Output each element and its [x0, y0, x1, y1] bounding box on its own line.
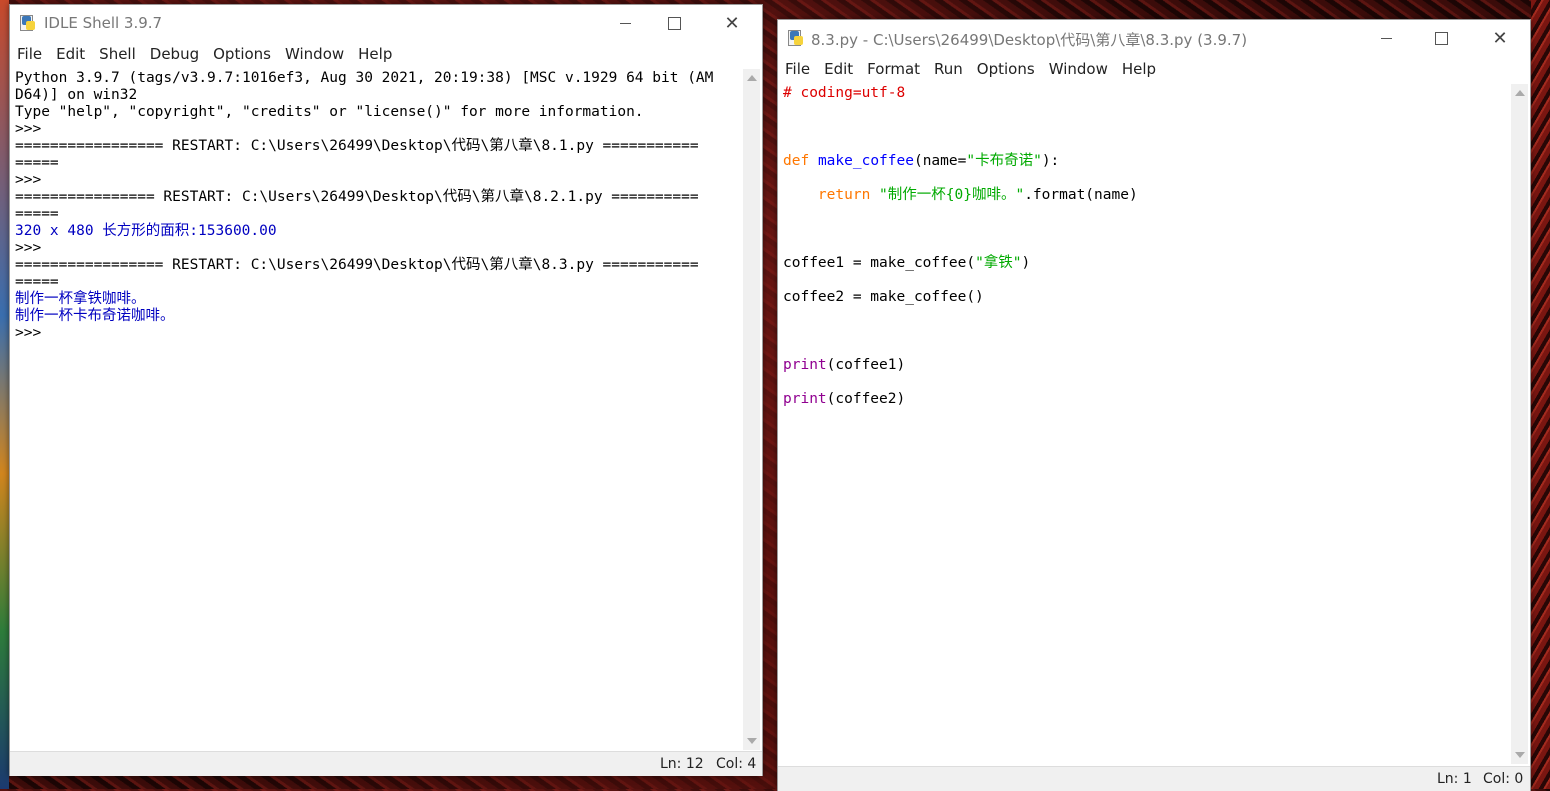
- shell-line: =====: [15, 155, 59, 171]
- scroll-up-arrow-icon[interactable]: [1515, 90, 1525, 96]
- menu-edit[interactable]: Edit: [824, 60, 853, 82]
- shell-line: >>>: [15, 172, 42, 188]
- menu-options[interactable]: Options: [977, 60, 1035, 82]
- idle-shell-window[interactable]: IDLE Shell 3.9.7 ✕ File Edit Shell Debug…: [9, 4, 763, 776]
- editor-code-area[interactable]: # coding=utf-8 def make_coffee(name="卡布奇…: [783, 85, 1508, 761]
- shell-line: >>>: [15, 121, 42, 137]
- editor-column-number: Col: 0: [1483, 771, 1524, 787]
- code-line-7: coffee2 = make_coffee(): [783, 289, 984, 305]
- shell-column-number: Col: 4: [716, 756, 757, 772]
- editor-menubar: File Edit Format Run Options Window Help: [785, 60, 1530, 82]
- desktop-background-right: [1531, 0, 1550, 789]
- shell-line: Type "help", "copyright", "credits" or "…: [15, 104, 644, 120]
- editor-statusbar: Ln: 1 Col: 0: [778, 766, 1530, 791]
- shell-line: 320 x 480 长方形的面积:153600.00: [15, 223, 277, 239]
- code-line-9: print(coffee1): [783, 357, 906, 373]
- shell-line: =====: [15, 274, 59, 290]
- menu-help[interactable]: Help: [1122, 60, 1156, 82]
- menu-options[interactable]: Options: [213, 45, 271, 67]
- scroll-down-arrow-icon[interactable]: [747, 738, 757, 744]
- shell-line: 制作一杯卡布奇诺咖啡。: [15, 308, 175, 324]
- menu-file[interactable]: File: [785, 60, 810, 82]
- shell-titlebar[interactable]: IDLE Shell 3.9.7 ✕: [10, 5, 762, 39]
- editor-vertical-scrollbar[interactable]: [1511, 84, 1528, 764]
- scroll-down-arrow-icon[interactable]: [1515, 752, 1525, 758]
- maximize-button[interactable]: [1418, 23, 1464, 53]
- close-button[interactable]: ✕: [1477, 23, 1523, 53]
- shell-line: Python 3.9.7 (tags/v3.9.7:1016ef3, Aug 3…: [15, 70, 714, 86]
- shell-line: >>>: [15, 325, 42, 341]
- editor-line-number: Ln: 1: [1437, 771, 1472, 787]
- menu-help[interactable]: Help: [358, 45, 392, 67]
- shell-line: D64)] on win32: [15, 87, 138, 103]
- shell-line: ================ RESTART: C:\Users\26499…: [15, 189, 699, 205]
- menu-shell[interactable]: Shell: [99, 45, 136, 67]
- python-file-icon: [20, 15, 36, 31]
- shell-line: ================= RESTART: C:\Users\2649…: [15, 257, 699, 273]
- menu-window[interactable]: Window: [285, 45, 344, 67]
- scroll-up-arrow-icon[interactable]: [747, 75, 757, 81]
- menu-window[interactable]: Window: [1049, 60, 1108, 82]
- code-line-4: return "制作一杯{0}咖啡。".format(name): [817, 187, 1138, 203]
- menu-run[interactable]: Run: [934, 60, 963, 82]
- shell-title: IDLE Shell 3.9.7: [44, 14, 163, 32]
- code-line-6: coffee1 = make_coffee("拿铁"): [783, 255, 1031, 271]
- code-line-10: print(coffee2): [783, 391, 906, 407]
- minimize-button[interactable]: [602, 8, 648, 38]
- shell-statusbar: Ln: 12 Col: 4: [10, 751, 762, 776]
- menu-edit[interactable]: Edit: [56, 45, 85, 67]
- close-button[interactable]: ✕: [709, 8, 755, 38]
- idle-editor-window[interactable]: 8.3.py - C:\Users\26499\Desktop\代码\第八章\8…: [777, 19, 1531, 791]
- desktop-background-left: [0, 0, 9, 789]
- editor-title: 8.3.py - C:\Users\26499\Desktop\代码\第八章\8…: [811, 31, 1248, 49]
- menu-format[interactable]: Format: [867, 60, 920, 82]
- shell-vertical-scrollbar[interactable]: [743, 69, 760, 750]
- minimize-button[interactable]: [1363, 23, 1409, 53]
- shell-line: =====: [15, 206, 59, 222]
- shell-line: 制作一杯拿铁咖啡。: [15, 291, 146, 307]
- editor-titlebar[interactable]: 8.3.py - C:\Users\26499\Desktop\代码\第八章\8…: [778, 20, 1530, 54]
- shell-line-number: Ln: 12: [660, 756, 704, 772]
- code-line-1: # coding=utf-8: [783, 85, 906, 101]
- menu-file[interactable]: File: [17, 45, 42, 67]
- shell-menubar: File Edit Shell Debug Options Window Hel…: [17, 45, 762, 67]
- maximize-button[interactable]: [651, 8, 697, 38]
- shell-output-area[interactable]: Python 3.9.7 (tags/v3.9.7:1016ef3, Aug 3…: [15, 70, 740, 748]
- shell-line: ================= RESTART: C:\Users\2649…: [15, 138, 699, 154]
- shell-line: >>>: [15, 240, 42, 256]
- code-line-3: def make_coffee(name="卡布奇诺"):: [783, 153, 1060, 169]
- python-file-icon: [788, 30, 804, 46]
- menu-debug[interactable]: Debug: [150, 45, 199, 67]
